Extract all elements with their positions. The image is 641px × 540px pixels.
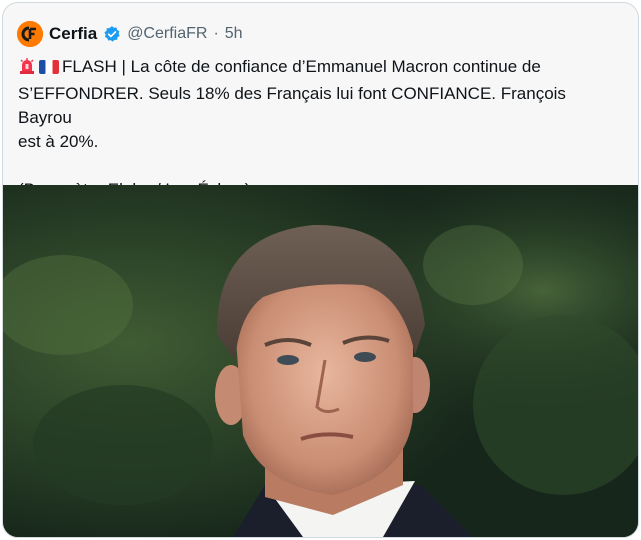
tweet-body: FLASH | La côte de confiance d’Emmanuel … — [18, 55, 623, 202]
tweet-timestamp[interactable]: 5h — [225, 25, 243, 43]
rotating-light-icon — [18, 57, 36, 82]
verified-badge-icon — [104, 26, 120, 42]
tweet-text-line-2: S’EFFONDRER. Seuls 18% des Français lui … — [18, 84, 571, 127]
tweet-text-line-1: FLASH | La côte de confiance d’Emmanuel … — [62, 57, 541, 76]
tweet-header: Cerfia @CerfiaFR · 5h — [17, 19, 243, 49]
tweet-card[interactable]: Cerfia @CerfiaFR · 5h FLASH | La côte de… — [2, 2, 639, 538]
account-handle[interactable]: @CerfiaFR — [127, 25, 207, 43]
tweet-text-line-3: est à 20%. — [18, 132, 99, 151]
separator-dot: · — [213, 25, 219, 42]
france-flag-icon — [39, 58, 59, 82]
account-name[interactable]: Cerfia — [49, 24, 97, 44]
tweet-photo[interactable] — [3, 185, 638, 537]
cerfia-logo-icon[interactable] — [17, 21, 43, 47]
